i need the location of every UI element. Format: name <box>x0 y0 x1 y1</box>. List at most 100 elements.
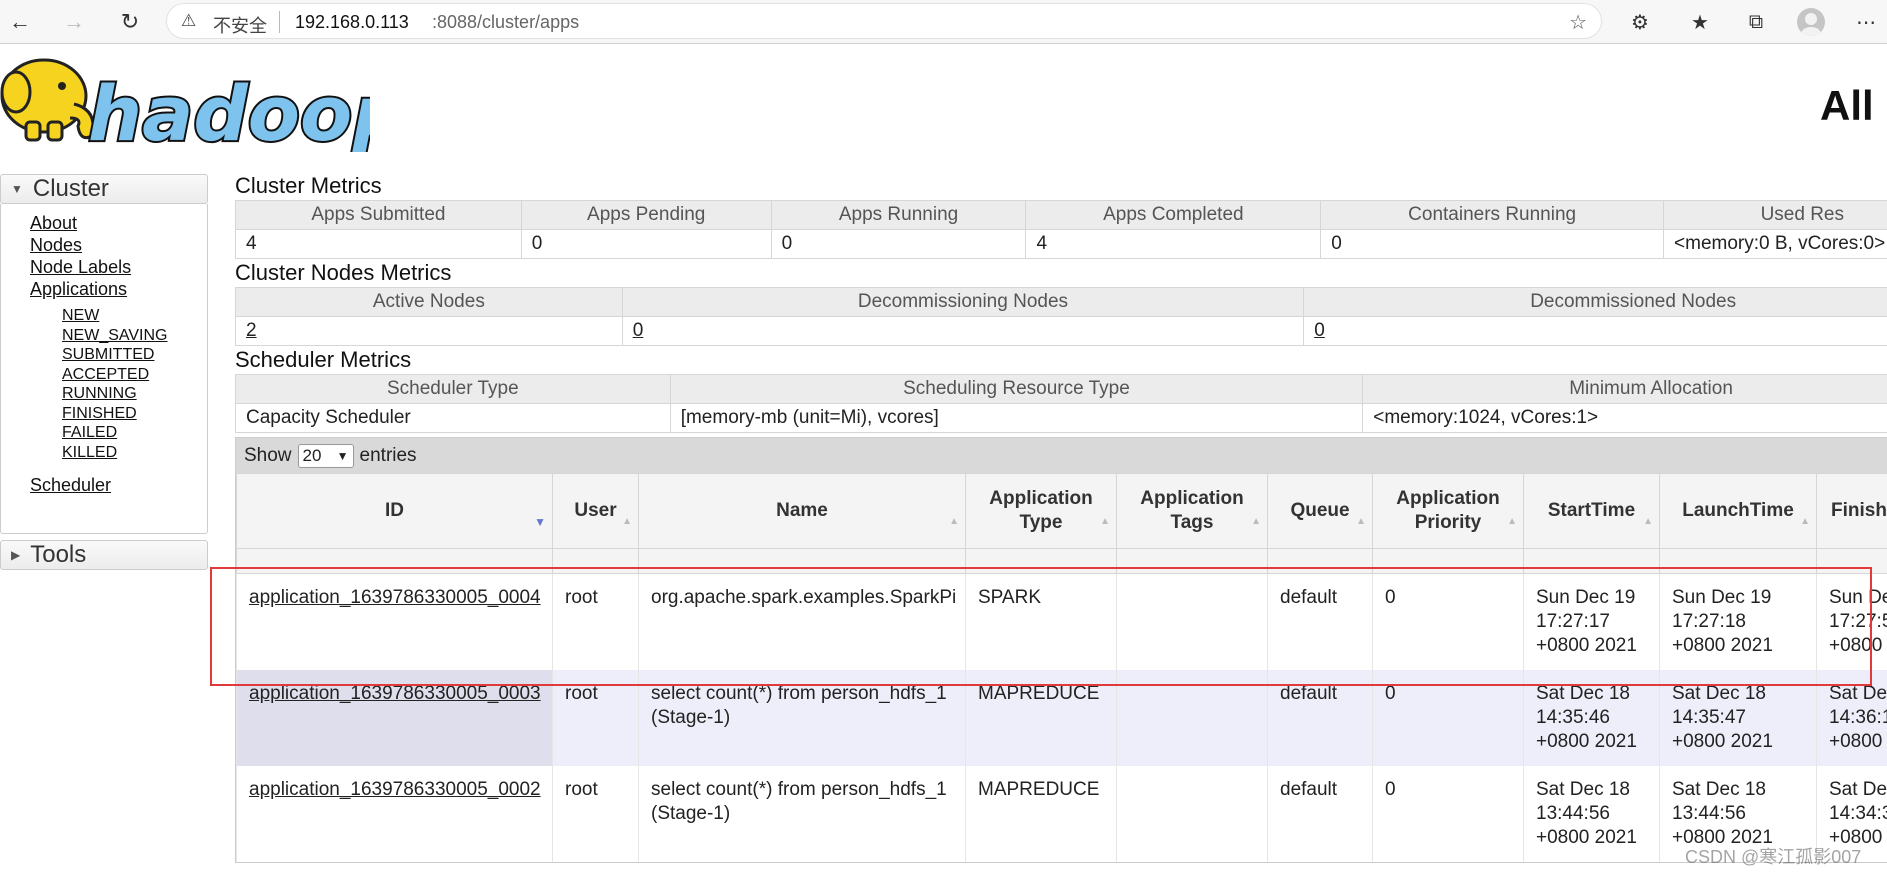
nav-state-killed[interactable]: KILLED <box>62 443 207 463</box>
application-id-link[interactable]: application_1639786330005_0003 <box>249 683 541 704</box>
nav-state-new-saving[interactable]: NEW_SAVING <box>62 326 207 346</box>
time-line: Sun Dec 19 <box>1672 587 1772 608</box>
back-icon[interactable]: ← <box>4 6 36 38</box>
time-line: 17:27:18 <box>1672 611 1746 632</box>
filter-cell[interactable] <box>1267 548 1373 574</box>
priority-cell: 0 <box>1372 766 1524 862</box>
column-header-priority[interactable]: Application Priority ▲ <box>1372 473 1524 549</box>
extensions-icon[interactable]: ⚙ <box>1624 6 1656 38</box>
column-header-launch-time[interactable]: LaunchTime ▲ <box>1659 473 1817 549</box>
metric-value: 0 <box>1320 229 1665 259</box>
column-header-finish-time[interactable]: Finish <box>1816 473 1887 549</box>
filter-cell[interactable] <box>1816 548 1887 574</box>
nav-state-accepted[interactable]: ACCEPTED <box>62 365 207 385</box>
column-header-start-time[interactable]: StartTime ▲ <box>1523 473 1660 549</box>
finish-time-cell: Sat De 14:36:1 +0800 <box>1816 670 1887 766</box>
reload-icon[interactable]: ↻ <box>114 6 146 38</box>
column-label: Name <box>776 500 828 521</box>
tags-cell <box>1116 766 1268 862</box>
queue-cell: default <box>1267 573 1373 670</box>
nav-state-submitted[interactable]: SUBMITTED <box>62 345 207 365</box>
column-label: Priority <box>1414 512 1482 533</box>
type-cell: MAPREDUCE <box>965 670 1117 766</box>
decommissioned-nodes-link[interactable]: 0 <box>1314 320 1325 341</box>
time-line: 14:35:46 <box>1536 707 1610 728</box>
column-label: Application <box>1140 488 1244 509</box>
time-line: Sat De <box>1829 683 1887 704</box>
name-cell: org.apache.spark.examples.SparkPi <box>638 573 966 670</box>
time-line: Sun Dec 19 <box>1536 587 1636 608</box>
column-header-id[interactable]: ID ▼ <box>236 473 553 549</box>
column-label: User <box>574 500 617 521</box>
active-nodes-link[interactable]: 2 <box>246 320 257 341</box>
nav-state-running[interactable]: RUNNING <box>62 384 207 404</box>
address-bar[interactable]: ⚠ 不安全 192.168.0.113 :8088/cluster/apps ☆ <box>166 3 1602 39</box>
favorites-icon[interactable]: ★ <box>1684 6 1716 38</box>
metric-header: Apps Completed <box>1025 200 1322 230</box>
table-row: application_1639786330005_0002 root sele… <box>236 766 1887 862</box>
nav-state-finished[interactable]: FINISHED <box>62 404 207 424</box>
node-metrics-title: Cluster Nodes Metrics <box>235 260 452 285</box>
finish-time-cell: Sun De 17:27:5 +0800 <box>1816 573 1887 670</box>
name-cell: select count(*) from person_hdfs_1 (Stage… <box>638 766 966 862</box>
cluster-nav-header[interactable]: ▼ Cluster <box>0 174 208 204</box>
name-line: select count(*) from person_hdfs_1 <box>651 779 947 800</box>
table-row: application_1639786330005_0004 root org.… <box>236 573 1887 670</box>
nav-link-nodes[interactable]: Nodes <box>30 234 207 256</box>
column-header-name[interactable]: Name ▲ <box>638 473 966 549</box>
metric-header: Apps Running <box>770 200 1027 230</box>
application-id-link[interactable]: application_1639786330005_0002 <box>249 779 541 800</box>
add-favorite-icon[interactable]: ☆ <box>1569 10 1587 35</box>
column-header-queue[interactable]: Queue ▲ <box>1267 473 1373 549</box>
filter-cell[interactable] <box>1372 548 1524 574</box>
metric-header: Decommissioned Nodes <box>1303 287 1887 317</box>
hadoop-logo: hadoop <box>0 52 409 160</box>
warning-icon[interactable]: ⚠ <box>181 11 196 31</box>
filter-cell[interactable] <box>236 548 553 574</box>
time-line: Sat Dec 18 <box>1672 779 1766 800</box>
nav-state-new[interactable]: NEW <box>62 306 207 326</box>
filter-cell[interactable] <box>965 548 1117 574</box>
column-label: StartTime <box>1547 500 1636 521</box>
application-id-link[interactable]: application_1639786330005_0004 <box>249 587 541 608</box>
column-header-user[interactable]: User ▲ <box>552 473 639 549</box>
page-size-select[interactable]: 20 ▼ <box>297 443 354 468</box>
more-menu-icon[interactable]: ⋯ <box>1850 6 1882 38</box>
node-metrics-table: Active Nodes Decommissioning Nodes Decom… <box>235 287 1887 346</box>
url-path[interactable]: :8088/cluster/apps <box>432 12 579 33</box>
column-label: Application <box>989 488 1093 509</box>
metric-header: Minimum Allocation <box>1362 374 1887 404</box>
time-line: 14:36:1 <box>1829 707 1887 728</box>
launch-time-cell: Sun Dec 19 17:27:18 +0800 2021 <box>1659 573 1817 670</box>
tools-nav-header[interactable]: ▶ Tools <box>0 540 208 570</box>
tags-cell <box>1116 670 1268 766</box>
forward-icon[interactable]: → <box>58 6 90 38</box>
nav-link-scheduler[interactable]: Scheduler <box>30 474 207 496</box>
profile-avatar[interactable] <box>1797 8 1825 36</box>
decommissioning-nodes-link[interactable]: 0 <box>633 320 644 341</box>
column-header-app-type[interactable]: Application Type ▲ <box>965 473 1117 549</box>
user-cell: root <box>552 766 639 862</box>
name-line: (Stage-1) <box>651 707 731 728</box>
insecure-label[interactable]: 不安全 <box>213 12 267 38</box>
metric-value: Capacity Scheduler <box>235 403 671 433</box>
cluster-metrics-table: Apps Submitted Apps Pending Apps Running… <box>235 200 1887 259</box>
sort-icon: ▲ <box>1100 516 1110 527</box>
collections-icon[interactable]: ⧉ <box>1740 6 1772 38</box>
filter-cell[interactable] <box>638 548 966 574</box>
nav-link-node-labels[interactable]: Node Labels <box>30 256 207 278</box>
nav-link-applications[interactable]: Applications <box>30 278 207 300</box>
page-title: All <box>1820 82 1874 129</box>
nav-link-about[interactable]: About <box>30 212 207 234</box>
metric-header: Decommissioning Nodes <box>621 287 1305 317</box>
metric-value: <memory:1024, vCores:1> <box>1362 403 1887 433</box>
type-cell: MAPREDUCE <box>965 766 1117 862</box>
filter-cell[interactable] <box>1116 548 1268 574</box>
nav-state-failed[interactable]: FAILED <box>62 423 207 443</box>
filter-cell[interactable] <box>552 548 639 574</box>
filter-cell[interactable] <box>1523 548 1660 574</box>
filter-cell[interactable] <box>1659 548 1817 574</box>
column-header-app-tags[interactable]: Application Tags ▲ <box>1116 473 1268 549</box>
metric-value: 0 <box>770 229 1027 259</box>
url-host[interactable]: 192.168.0.113 <box>295 12 409 33</box>
